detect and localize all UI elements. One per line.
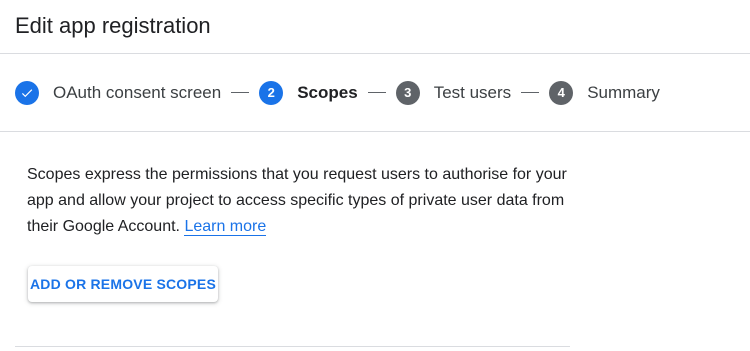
step-number-badge: 3 <box>395 80 420 105</box>
step-oauth-consent-screen[interactable]: OAuth consent screen <box>15 80 222 105</box>
step-separator <box>231 92 250 93</box>
learn-more-link[interactable]: Learn more <box>184 218 267 236</box>
stepper: OAuth consent screen 2 Scopes 3 Test use… <box>0 54 750 132</box>
step-number-badge: 2 <box>259 80 284 105</box>
step-separator <box>367 92 386 93</box>
divider <box>15 346 570 347</box>
step-label: Test users <box>433 82 512 102</box>
step-summary[interactable]: 4 Summary <box>549 80 660 105</box>
add-or-remove-scopes-button[interactable]: ADD OR REMOVE SCOPES <box>28 266 218 302</box>
edit-app-registration-page: Edit app registration OAuth consent scre… <box>0 0 750 351</box>
step-number-badge: 4 <box>549 80 574 105</box>
step-label: Summary <box>587 82 660 102</box>
step-scopes[interactable]: 2 Scopes <box>259 80 358 105</box>
step-label: OAuth consent screen <box>53 82 222 102</box>
description-text: Scopes express the permissions that you … <box>27 166 567 235</box>
scopes-description: Scopes express the permissions that you … <box>27 162 567 240</box>
step-label: Scopes <box>297 82 358 102</box>
check-icon <box>15 80 39 105</box>
step-separator <box>521 92 540 93</box>
page-title: Edit app registration <box>15 13 211 38</box>
page-header: Edit app registration <box>0 0 750 54</box>
step-test-users[interactable]: 3 Test users <box>395 80 512 105</box>
